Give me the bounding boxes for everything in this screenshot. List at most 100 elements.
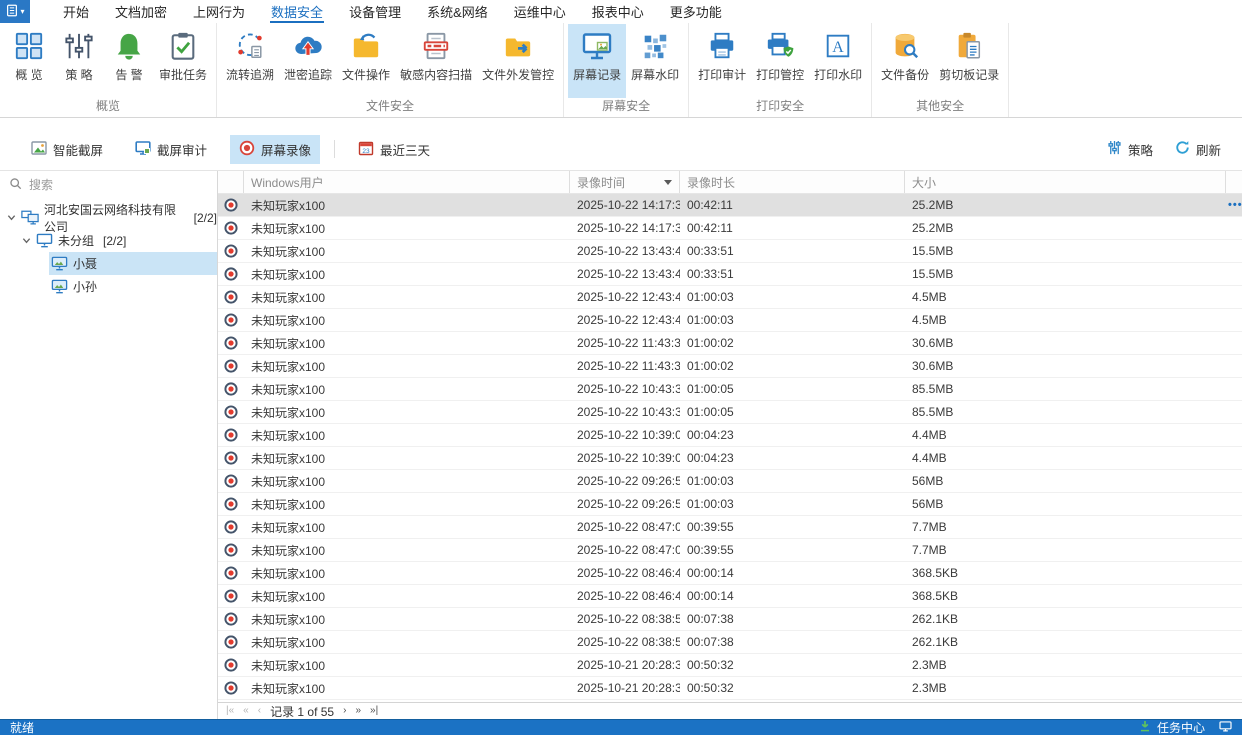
table-row[interactable]: 未知玩家x1002025-10-22 12:43:4101:00:034.5MB [218,286,1242,309]
pager-fast-next-button[interactable]: » [355,706,361,716]
table-row[interactable]: 未知玩家x1002025-10-22 14:17:3600:42:1125.2M… [218,194,1242,217]
cell-size: 56MB [905,470,1226,492]
column-header-record-duration[interactable]: 录像时长 [680,171,905,193]
ribbon-button-file-backup[interactable]: 文件备份 [876,24,934,98]
cell-windows-user: 未知玩家x100 [244,493,570,515]
ribbon-button-file-ops[interactable]: 文件操作 [337,24,395,98]
app-icon [5,3,19,21]
table-row[interactable]: 未知玩家x1002025-10-22 10:39:0900:04:234.4MB [218,447,1242,470]
ribbon-button-alarm[interactable]: 告 警 [104,24,154,98]
toolbar-button-policy-small[interactable]: 策略 [1098,135,1162,164]
table-row[interactable]: 未知玩家x1002025-10-22 08:46:4800:00:14368.5… [218,585,1242,608]
tree-node-3[interactable]: 小孙 [0,275,217,298]
cell-windows-user: 未知玩家x100 [244,286,570,308]
cell-record-duration: 00:42:11 [680,217,905,239]
menu-tab-4[interactable]: 设备管理 [336,0,414,23]
tree-node-1[interactable]: 未分组[2/2] [0,229,217,252]
cell-record-time: 2025-10-22 10:39:09 [570,424,680,446]
cell-size: 4.5MB [905,309,1226,331]
column-header-size[interactable]: 大小 [905,171,1226,193]
column-header-label: Windows用户 [251,174,324,191]
toolbar-button-smart-capture[interactable]: 智能截屏 [22,135,112,164]
table-row[interactable]: 未知玩家x1002025-10-22 09:26:5901:00:0356MB [218,470,1242,493]
toolbar-button-screen-recording[interactable]: 屏幕录像 [230,135,320,164]
ribbon-button-file-outgoing[interactable]: 文件外发管控 [477,24,559,98]
ribbon-button-print-audit[interactable]: 打印审计 [693,24,751,98]
chevron-down-icon[interactable] [19,236,34,245]
app-menu-button[interactable]: ▾ [0,0,30,23]
chevron-down-icon[interactable] [4,213,19,222]
toolbar-button-refresh[interactable]: 刷新 [1166,135,1230,164]
table-row[interactable]: 未知玩家x1002025-10-22 13:43:4400:33:5115.5M… [218,240,1242,263]
table-row[interactable]: 未知玩家x1002025-10-22 08:38:5700:07:38262.1… [218,631,1242,654]
record-icon [218,194,244,216]
table-row[interactable]: 未知玩家x1002025-10-22 08:47:0300:39:557.7MB [218,516,1242,539]
record-icon [218,585,244,607]
table-row[interactable]: 未知玩家x1002025-10-22 13:43:4400:33:5115.5M… [218,263,1242,286]
table-row[interactable]: 未知玩家x1002025-10-22 10:39:0900:04:234.4MB [218,424,1242,447]
ribbon-button-leak-track[interactable]: 泄密追踪 [279,24,337,98]
pager-prev-button[interactable]: ‹ [258,706,261,716]
ribbon-button-clipboard-record[interactable]: 剪切板记录 [934,24,1004,98]
column-header-record-time[interactable]: 录像时间 [570,171,680,193]
menu-items: 开始文档加密上网行为数据安全设备管理系统&网络运维中心报表中心更多功能 [50,0,735,23]
toolbar-button-capture-audit[interactable]: 截屏审计 [126,135,216,164]
pager-last-button[interactable]: »| [370,706,378,716]
table-row[interactable]: 未知玩家x1002025-10-21 20:28:3700:50:322.3MB [218,677,1242,700]
cell-record-time: 2025-10-22 12:43:41 [570,309,680,331]
toolbar-button-calendar[interactable]: 23最近三天 [349,135,439,164]
menu-tab-8[interactable]: 更多功能 [657,0,735,23]
pager-fast-prev-button[interactable]: « [243,706,249,716]
pager-next-button[interactable]: › [343,706,346,716]
ribbon-button-print-watermark[interactable]: A打印水印 [809,24,867,98]
ribbon-button-screen-record[interactable]: 屏幕记录 [568,24,626,98]
menu-tab-3[interactable]: 数据安全 [258,0,336,23]
svg-text:A: A [832,39,844,56]
ribbon-button-overview[interactable]: 概 览 [4,24,54,98]
sort-desc-icon[interactable] [664,180,672,185]
ribbon-button-flow-trace[interactable]: 流转追溯 [221,24,279,98]
table-row[interactable]: 未知玩家x1002025-10-22 11:43:3801:00:0230.6M… [218,332,1242,355]
table-row[interactable]: 未知玩家x1002025-10-22 08:38:5700:07:38262.1… [218,608,1242,631]
cell-windows-user: 未知玩家x100 [244,677,570,699]
table-row[interactable]: 未知玩家x1002025-10-22 11:43:3801:00:0230.6M… [218,355,1242,378]
task-center-link[interactable]: 任务中心 [1157,719,1205,735]
search-input[interactable] [29,178,208,192]
toolbar-divider [334,140,335,158]
menu-tab-6[interactable]: 运维中心 [501,0,579,23]
ribbon-button-sensitive-scan[interactable]: 敏感内容扫描 [395,24,477,98]
menu-tab-7[interactable]: 报表中心 [579,0,657,23]
cell-record-duration: 00:07:38 [680,608,905,630]
record-icon [218,355,244,377]
ribbon-button-approval[interactable]: 审批任务 [154,24,212,98]
cell-filler [1226,217,1242,239]
tray-window-icon[interactable] [1219,721,1232,735]
tree-node-2[interactable]: 小聂 [0,252,217,275]
cell-size: 7.7MB [905,516,1226,538]
table-row[interactable]: 未知玩家x1002025-10-22 10:43:3201:00:0585.5M… [218,401,1242,424]
ribbon-group: 打印审计打印管控A打印水印打印安全 [689,23,872,117]
menu-tab-5[interactable]: 系统&网络 [414,0,501,23]
column-header-windows-user[interactable]: Windows用户 [244,171,570,193]
toolbar-button-label: 刷新 [1196,140,1221,159]
table-row[interactable]: 未知玩家x1002025-10-22 14:17:3600:42:1125.2M… [218,217,1242,240]
table-row[interactable]: 未知玩家x1002025-10-22 08:47:0300:39:557.7MB [218,539,1242,562]
cell-windows-user: 未知玩家x100 [244,217,570,239]
table-row[interactable]: 未知玩家x1002025-10-22 12:43:4101:00:034.5MB [218,309,1242,332]
menu-tab-0[interactable]: 开始 [50,0,102,23]
table-row[interactable]: 未知玩家x1002025-10-21 20:28:3700:50:322.3MB [218,654,1242,677]
table-row[interactable]: 未知玩家x1002025-10-22 08:46:4800:00:14368.5… [218,562,1242,585]
tree-node-label: 小聂 [73,255,97,272]
ribbon-button-screen-watermark[interactable]: 屏幕水印 [626,24,684,98]
tree-node-0[interactable]: 河北安国云网络科技有限公司[2/2] [0,206,217,229]
table-row[interactable]: 未知玩家x1002025-10-22 10:43:3201:00:0585.5M… [218,378,1242,401]
table-row[interactable]: 未知玩家x1002025-10-22 09:26:5901:00:0356MB [218,493,1242,516]
cell-record-time: 2025-10-22 14:17:36 [570,194,680,216]
ribbon-button-print-control[interactable]: 打印管控 [751,24,809,98]
row-actions-ellipsis-button[interactable]: ••• [1228,199,1242,211]
file-outgoing-icon [503,29,533,63]
ribbon-button-policy[interactable]: 策 略 [54,24,104,98]
menu-tab-1[interactable]: 文档加密 [102,0,180,23]
menu-tab-2[interactable]: 上网行为 [180,0,258,23]
pager-first-button[interactable]: |« [226,706,234,716]
